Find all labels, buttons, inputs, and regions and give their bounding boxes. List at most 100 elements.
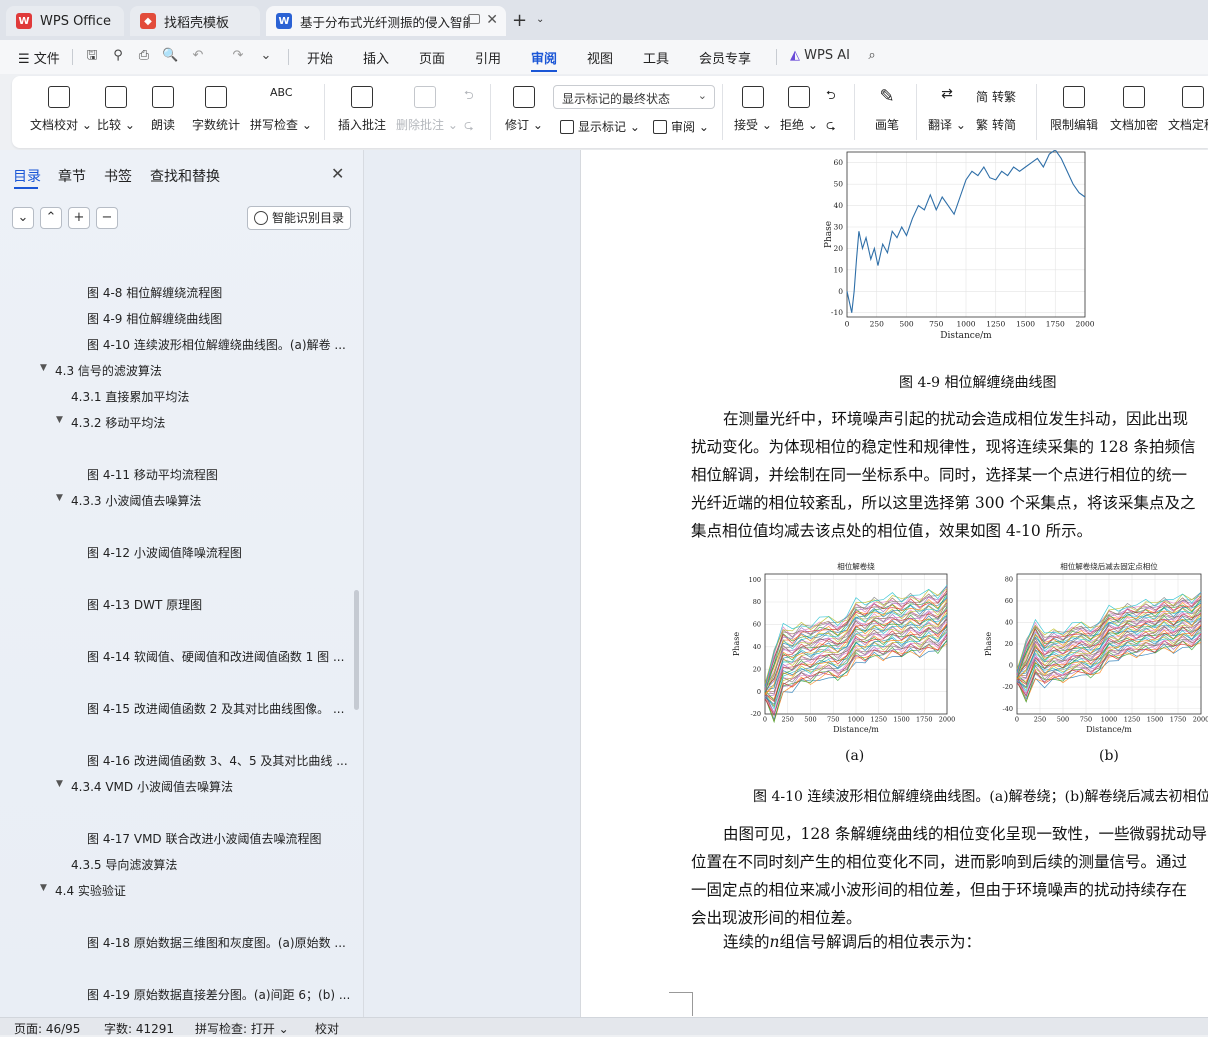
toc-item-label: 4.3.1 直接累加平均法 xyxy=(71,390,190,404)
document-canvas: 0 250 500 750 1000 1250 1500 1750 2000 -10 0 10 20 30… xyxy=(364,150,1208,1017)
toc-item[interactable]: ▼ 4.3.3 小波阈值去噪算法 xyxy=(56,492,201,509)
doc-check-button[interactable]: 文档校对 ⌄ xyxy=(30,86,92,133)
reject-button[interactable]: 拒绝 ⌄ xyxy=(780,86,818,133)
prev-comment-icon[interactable]: ⮌ xyxy=(464,86,474,107)
toc-item[interactable]: 图 4-14 软阈值、硬阈值和改进阈值函数 1 图 ... xyxy=(87,648,344,665)
x-tick-label: 500 xyxy=(899,320,914,329)
restrict-edit-button[interactable]: 限制编辑 xyxy=(1048,86,1100,133)
read-aloud-label: 朗读 xyxy=(150,118,175,132)
tab-current-document[interactable]: W 基于分布式光纤测振的侵入智能 ✕ xyxy=(266,6,506,36)
toc-item[interactable]: 图 4-15 改进阈值函数 2 及其对比曲线图像。 ... xyxy=(87,700,344,717)
new-tab-plus-icon[interactable]: + xyxy=(512,10,527,31)
prev-change-icon[interactable]: ⮌ xyxy=(826,86,836,107)
caret-down-icon[interactable]: ▼ xyxy=(56,779,63,789)
word-count-indicator[interactable]: 字数: 41291 xyxy=(104,1020,174,1037)
toc-item[interactable]: 图 4-12 小波阈值降噪流程图 xyxy=(87,544,242,561)
accept-button[interactable]: 接受 ⌄ xyxy=(734,86,772,133)
spell-check-indicator[interactable]: 拼写检查: 打开 ⌄ xyxy=(195,1020,289,1037)
finalize-button[interactable]: 文档定稿 xyxy=(1168,86,1208,133)
delete-comment-button[interactable]: 删除批注 ⌄ xyxy=(396,86,458,133)
menu-membership[interactable]: 会员专享 xyxy=(699,48,751,67)
caret-down-icon[interactable]: ▼ xyxy=(40,363,47,373)
compare-button[interactable]: 比较 ⌄ xyxy=(96,86,136,133)
tab-docer[interactable]: ◆ 找稻壳模板 xyxy=(130,6,260,36)
toc-item[interactable]: 图 4-16 改进阈值函数 3、4、5 及其对比曲线 ... xyxy=(87,752,348,769)
paragraph-line: 在测量光纤中，环境噪声引起的扰动会造成相位发生抖动，因此出现 xyxy=(723,410,1189,428)
markup-display-select[interactable]: 显示标记的最终状态 ⌄ xyxy=(553,85,715,109)
read-aloud-button[interactable]: 朗读 xyxy=(148,86,178,133)
remove-heading-button[interactable]: − xyxy=(96,207,118,229)
caret-down-icon[interactable]: ▼ xyxy=(56,415,63,425)
collapse-up-button[interactable]: ⌃ xyxy=(40,207,62,229)
save-icon[interactable]: 🖫 xyxy=(84,48,100,64)
toc-item[interactable]: 图 4-9 相位解缠绕曲线图 xyxy=(87,310,222,327)
menu-file[interactable]: ☰ 文件 xyxy=(18,48,60,67)
toc-item[interactable]: 4.3.1 直接累加平均法 xyxy=(71,388,189,405)
page-indicator[interactable]: 页面: 46/95 xyxy=(14,1020,80,1037)
toc-item[interactable]: 图 4-11 移动平均流程图 xyxy=(87,466,218,483)
caret-down-icon[interactable]: ▼ xyxy=(40,883,47,893)
show-markup-button[interactable]: 显示标记 ⌄ xyxy=(560,118,640,135)
to-traditional-button[interactable]: 简转繁 xyxy=(976,88,1016,105)
toc-item[interactable]: 4.3.5 导向滤波算法 xyxy=(71,856,177,873)
wps-ai-button[interactable]: ◭ WPS AI xyxy=(790,48,850,63)
toc-item[interactable]: ▼ 4.3.2 移动平均法 xyxy=(56,414,165,431)
document-page[interactable]: 0 250 500 750 1000 1250 1500 1750 2000 -10 0 10 20 30… xyxy=(580,150,1208,1017)
x-tick-label: 1500 xyxy=(1147,716,1164,724)
chevron-down-icon[interactable]: ⌄ xyxy=(258,48,274,64)
share-icon[interactable]: ⚲ xyxy=(110,48,126,64)
finalize-icon xyxy=(1182,86,1204,108)
toc-item[interactable]: 图 4-18 原始数据三维图和灰度图。(a)原始数 ... xyxy=(87,934,346,951)
spell-check-button[interactable]: ABC 拼写检查 ⌄ xyxy=(250,86,312,133)
tab-bookmarks[interactable]: 书签 xyxy=(104,166,132,186)
smart-toc-button[interactable]: 智能识别目录 xyxy=(247,206,351,230)
print-icon[interactable]: ⎙ xyxy=(136,48,152,64)
chevron-down-icon[interactable]: ⌄ xyxy=(536,14,544,25)
toc-item[interactable]: 图 4-10 连续波形相位解缠绕曲线图。(a)解卷 ... xyxy=(87,336,346,353)
tab-toc[interactable]: 目录 xyxy=(13,166,41,186)
x-tick-label: 500 xyxy=(1057,716,1069,724)
x-tick-label: 0 xyxy=(1015,716,1019,724)
caret-down-icon[interactable]: ▼ xyxy=(56,493,63,503)
word-count-button[interactable]: 字数统计 xyxy=(190,86,242,133)
print-preview-icon[interactable]: 🔍 xyxy=(162,48,178,64)
menu-page[interactable]: 页面 xyxy=(419,48,445,67)
undo-icon[interactable]: ↶ xyxy=(190,48,206,64)
menu-references[interactable]: 引用 xyxy=(475,48,501,67)
menu-view[interactable]: 视图 xyxy=(587,48,613,67)
close-tab-icon[interactable]: ✕ xyxy=(486,12,498,28)
menu-tools[interactable]: 工具 xyxy=(643,48,669,67)
tab-find-replace[interactable]: 查找和替换 xyxy=(150,166,220,186)
toc-item[interactable]: 图 4-13 DWT 原理图 xyxy=(87,596,202,613)
x-tick-label: 250 xyxy=(870,320,885,329)
toc-item[interactable]: ▼ 4.3 信号的滤波算法 xyxy=(40,362,162,379)
redo-icon[interactable]: ↷ xyxy=(230,48,246,64)
translate-button[interactable]: ⇄ 翻译 ⌄ xyxy=(928,86,966,133)
menu-home[interactable]: 开始 xyxy=(307,48,333,67)
menu-review[interactable]: 审阅 xyxy=(531,48,557,67)
toc-item[interactable]: 图 4-8 相位解缠绕流程图 xyxy=(87,284,222,301)
add-heading-button[interactable]: + xyxy=(68,207,90,229)
toc-item[interactable]: 图 4-19 原始数据直接差分图。(a)间距 6；(b) ... xyxy=(87,986,350,1003)
search-icon[interactable]: ⌕ xyxy=(864,48,880,64)
proofread-indicator[interactable]: 校对 xyxy=(315,1020,339,1037)
toc-item[interactable]: ▼ 4.4 实验验证 xyxy=(40,882,126,899)
encrypt-button[interactable]: 文档加密 xyxy=(1108,86,1160,133)
scrollbar-thumb[interactable] xyxy=(354,590,359,710)
toc-item[interactable]: 图 4-17 VMD 联合改进小波阈值去噪流程图 xyxy=(87,830,321,847)
window-preview-icon[interactable] xyxy=(468,14,480,24)
toc-item[interactable]: ▼ 4.3.4 VMD 小波阈值去噪算法 xyxy=(56,778,233,795)
next-comment-icon[interactable]: ⮎ xyxy=(464,116,474,137)
menu-insert[interactable]: 插入 xyxy=(363,48,389,67)
track-changes-icon xyxy=(513,86,535,108)
collapse-down-button[interactable]: ⌄ xyxy=(12,207,34,229)
tab-wps-office[interactable]: W WPS Office xyxy=(6,6,124,36)
close-icon[interactable]: ✕ xyxy=(331,164,344,183)
next-change-icon[interactable]: ⮎ xyxy=(826,116,836,137)
track-changes-button[interactable]: 修订 ⌄ xyxy=(504,86,544,133)
insert-comment-button[interactable]: 插入批注 xyxy=(336,86,388,133)
to-simplified-button[interactable]: 繁转简 xyxy=(976,116,1016,133)
tab-chapters[interactable]: 章节 xyxy=(58,166,86,186)
review-pane-button[interactable]: 审阅 ⌄ xyxy=(653,118,709,135)
pen-button[interactable]: ✎ 画笔 xyxy=(872,86,902,133)
